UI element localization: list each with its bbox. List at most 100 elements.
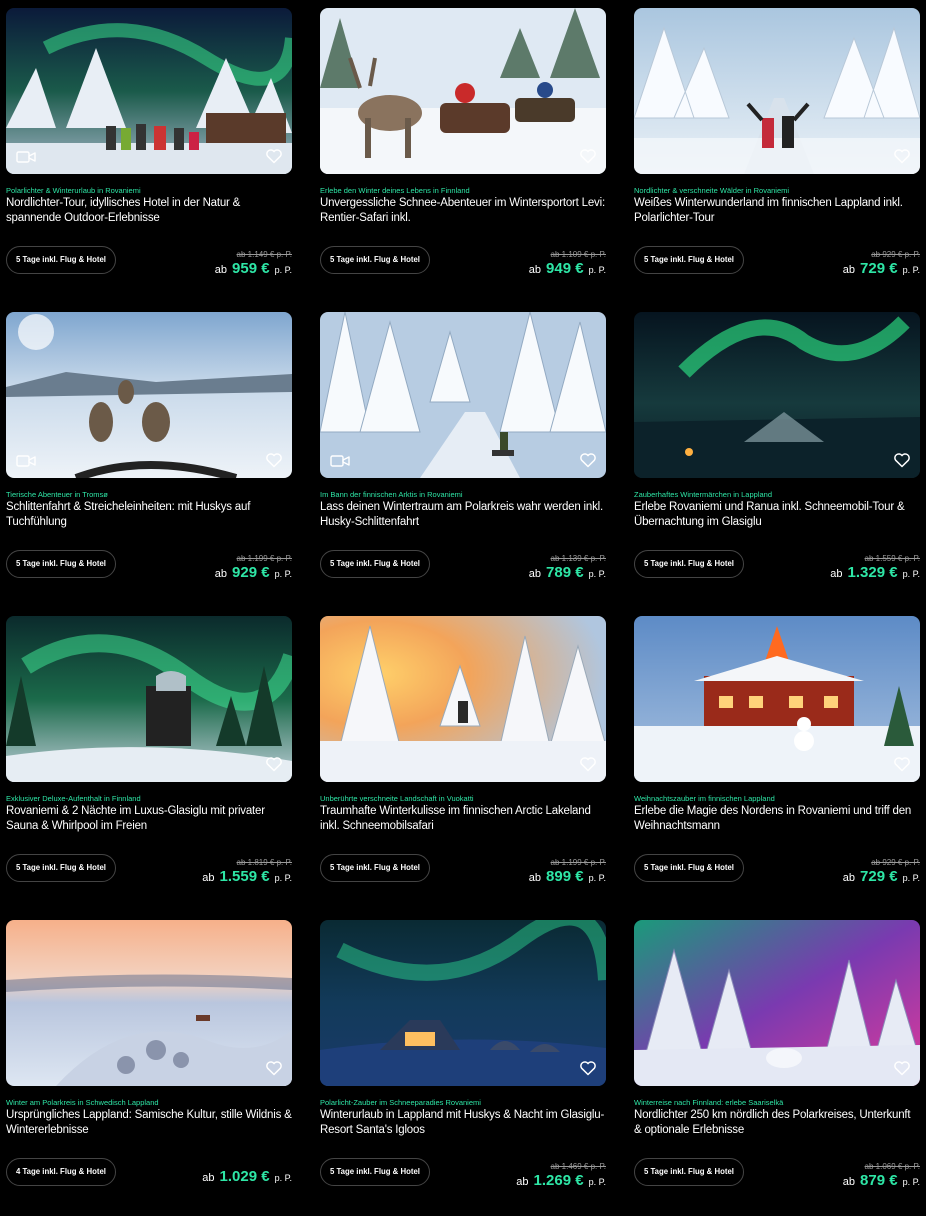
- price-suffix: p. P.: [274, 1173, 292, 1183]
- offer-title[interactable]: Erlebe Rovaniemi und Ranua inkl. Schneem…: [634, 500, 920, 530]
- price-prefix: ab: [528, 568, 541, 580]
- price-value: 729 €: [860, 260, 898, 277]
- price: ab 789 € p. P.: [529, 564, 606, 581]
- heart-icon[interactable]: [892, 146, 912, 166]
- offer-photo: [320, 920, 606, 1086]
- offer-card[interactable]: Winter am Polarkreis in Schwedisch Lappl…: [6, 920, 292, 1210]
- duration-tag[interactable]: 5 Tage inkl. Flug & Hotel: [6, 854, 116, 882]
- offer-image[interactable]: [6, 8, 292, 174]
- offer-photo: [634, 8, 920, 174]
- offer-title[interactable]: Winterurlaub in Lappland mit Huskys & Na…: [320, 1108, 606, 1138]
- offer-card[interactable]: Erlebe den Winter deines Lebens in Finnl…: [320, 8, 606, 298]
- offer-image[interactable]: [320, 312, 606, 478]
- price-value: 729 €: [860, 868, 898, 885]
- old-price: ab 1.109 € p. P.: [550, 250, 606, 259]
- heart-icon[interactable]: [578, 146, 598, 166]
- offer-image[interactable]: [6, 312, 292, 478]
- offer-title[interactable]: Lass deinen Wintertraum am Polarkreis wa…: [320, 500, 606, 530]
- offer-subtitle: Tierische Abenteuer in Tromsø: [6, 490, 108, 499]
- offer-image[interactable]: [6, 920, 292, 1086]
- price-prefix: ab: [202, 872, 215, 884]
- offer-card[interactable]: Exklusiver Deluxe-Aufenthalt in Finnland…: [6, 616, 292, 906]
- offer-image[interactable]: [634, 616, 920, 782]
- heart-icon[interactable]: [264, 450, 284, 470]
- offer-subtitle: Im Bann der finnischen Arktis in Rovanie…: [320, 490, 463, 499]
- offer-card[interactable]: Polarlicht-Zauber im Schneeparadies Rova…: [320, 920, 606, 1210]
- offer-title[interactable]: Nordlichter-Tour, idyllisches Hotel in d…: [6, 196, 292, 226]
- price: ab 1.029 € p. P.: [202, 1168, 292, 1185]
- price: ab 949 € p. P.: [529, 260, 606, 277]
- duration-tag[interactable]: 5 Tage inkl. Flug & Hotel: [320, 246, 430, 274]
- offer-image[interactable]: [6, 616, 292, 782]
- price-prefix: ab: [528, 872, 541, 884]
- price-suffix: p. P.: [274, 265, 292, 275]
- duration-tag[interactable]: 5 Tage inkl. Flug & Hotel: [320, 854, 430, 882]
- duration-tag[interactable]: 5 Tage inkl. Flug & Hotel: [6, 246, 116, 274]
- duration-tag[interactable]: 5 Tage inkl. Flug & Hotel: [634, 246, 744, 274]
- offer-subtitle: Weihnachtszauber im finnischen Lappland: [634, 794, 775, 803]
- offer-photo: [634, 920, 920, 1086]
- offer-title[interactable]: Schlittenfahrt & Streicheleinheiten: mit…: [6, 500, 292, 530]
- duration-tag[interactable]: 4 Tage inkl. Flug & Hotel: [6, 1158, 116, 1186]
- offer-image[interactable]: [634, 920, 920, 1086]
- offer-title[interactable]: Traumhafte Winterkulisse im finnischen A…: [320, 804, 606, 834]
- offer-image[interactable]: [634, 8, 920, 174]
- price-value: 789 €: [546, 564, 584, 581]
- offer-card[interactable]: Zauberhaftes Wintermärchen in Lappland E…: [634, 312, 920, 602]
- price-prefix: ab: [528, 264, 541, 276]
- price: ab 899 € p. P.: [529, 868, 606, 885]
- heart-icon[interactable]: [892, 1058, 912, 1078]
- price-suffix: p. P.: [274, 569, 292, 579]
- heart-icon[interactable]: [578, 754, 598, 774]
- heart-icon[interactable]: [264, 1058, 284, 1078]
- offer-title[interactable]: Unvergessliche Schnee-Abenteuer im Winte…: [320, 196, 606, 226]
- price-suffix: p. P.: [588, 569, 606, 579]
- duration-tag[interactable]: 5 Tage inkl. Flug & Hotel: [320, 550, 430, 578]
- offer-photo: [6, 616, 292, 782]
- offer-image[interactable]: [320, 920, 606, 1086]
- offer-image[interactable]: [634, 312, 920, 478]
- heart-icon[interactable]: [892, 450, 912, 470]
- offer-card[interactable]: Nordlichter & verschneite Wälder in Rova…: [634, 8, 920, 298]
- offer-card[interactable]: Weihnachtszauber im finnischen Lappland …: [634, 616, 920, 906]
- price-value: 1.559 €: [219, 868, 270, 885]
- duration-tag[interactable]: 5 Tage inkl. Flug & Hotel: [634, 854, 744, 882]
- price: ab 1.329 € p. P.: [830, 564, 920, 581]
- price-suffix: p. P.: [902, 873, 920, 883]
- heart-icon[interactable]: [578, 1058, 598, 1078]
- old-price: ab 1.199 € p. P.: [236, 554, 292, 563]
- video-icon: [16, 150, 36, 164]
- heart-icon[interactable]: [264, 754, 284, 774]
- offer-subtitle: Unberührte verschneite Landschaft in Vuo…: [320, 794, 474, 803]
- price-prefix: ab: [842, 872, 855, 884]
- offer-title[interactable]: Ursprüngliches Lappland: Samische Kultur…: [6, 1108, 292, 1138]
- heart-icon[interactable]: [892, 754, 912, 774]
- offer-title[interactable]: Nordlichter 250 km nördlich des Polarkre…: [634, 1108, 920, 1138]
- price-prefix: ab: [214, 264, 227, 276]
- duration-tag[interactable]: 5 Tage inkl. Flug & Hotel: [320, 1158, 430, 1186]
- offer-card[interactable]: Unberührte verschneite Landschaft in Vuo…: [320, 616, 606, 906]
- duration-tag[interactable]: 5 Tage inkl. Flug & Hotel: [6, 550, 116, 578]
- price-prefix: ab: [202, 1172, 215, 1184]
- offer-photo: [634, 312, 920, 478]
- offer-photo: [320, 312, 606, 478]
- offer-title[interactable]: Rovaniemi & 2 Nächte im Luxus-Glasiglu m…: [6, 804, 292, 834]
- offer-card[interactable]: Winterreise nach Finnland: erlebe Saaris…: [634, 920, 920, 1210]
- offer-image[interactable]: [320, 8, 606, 174]
- price: ab 959 € p. P.: [215, 260, 292, 277]
- video-icon: [330, 454, 350, 468]
- offer-subtitle: Polarlichter & Winterurlaub in Rovaniemi: [6, 186, 141, 195]
- heart-icon[interactable]: [264, 146, 284, 166]
- offer-card[interactable]: Tierische Abenteuer in Tromsø Schlittenf…: [6, 312, 292, 602]
- offer-image[interactable]: [320, 616, 606, 782]
- old-price: ab 1.199 € p. P.: [550, 858, 606, 867]
- offer-card[interactable]: Polarlichter & Winterurlaub in Rovaniemi…: [6, 8, 292, 298]
- price-suffix: p. P.: [588, 265, 606, 275]
- offer-title[interactable]: Erlebe die Magie des Nordens in Rovaniem…: [634, 804, 920, 834]
- heart-icon[interactable]: [578, 450, 598, 470]
- duration-tag[interactable]: 5 Tage inkl. Flug & Hotel: [634, 550, 744, 578]
- duration-tag[interactable]: 5 Tage inkl. Flug & Hotel: [634, 1158, 744, 1186]
- offer-title[interactable]: Weißes Winterwunderland im finnischen La…: [634, 196, 920, 226]
- price-suffix: p. P.: [902, 569, 920, 579]
- offer-card[interactable]: Im Bann der finnischen Arktis in Rovanie…: [320, 312, 606, 602]
